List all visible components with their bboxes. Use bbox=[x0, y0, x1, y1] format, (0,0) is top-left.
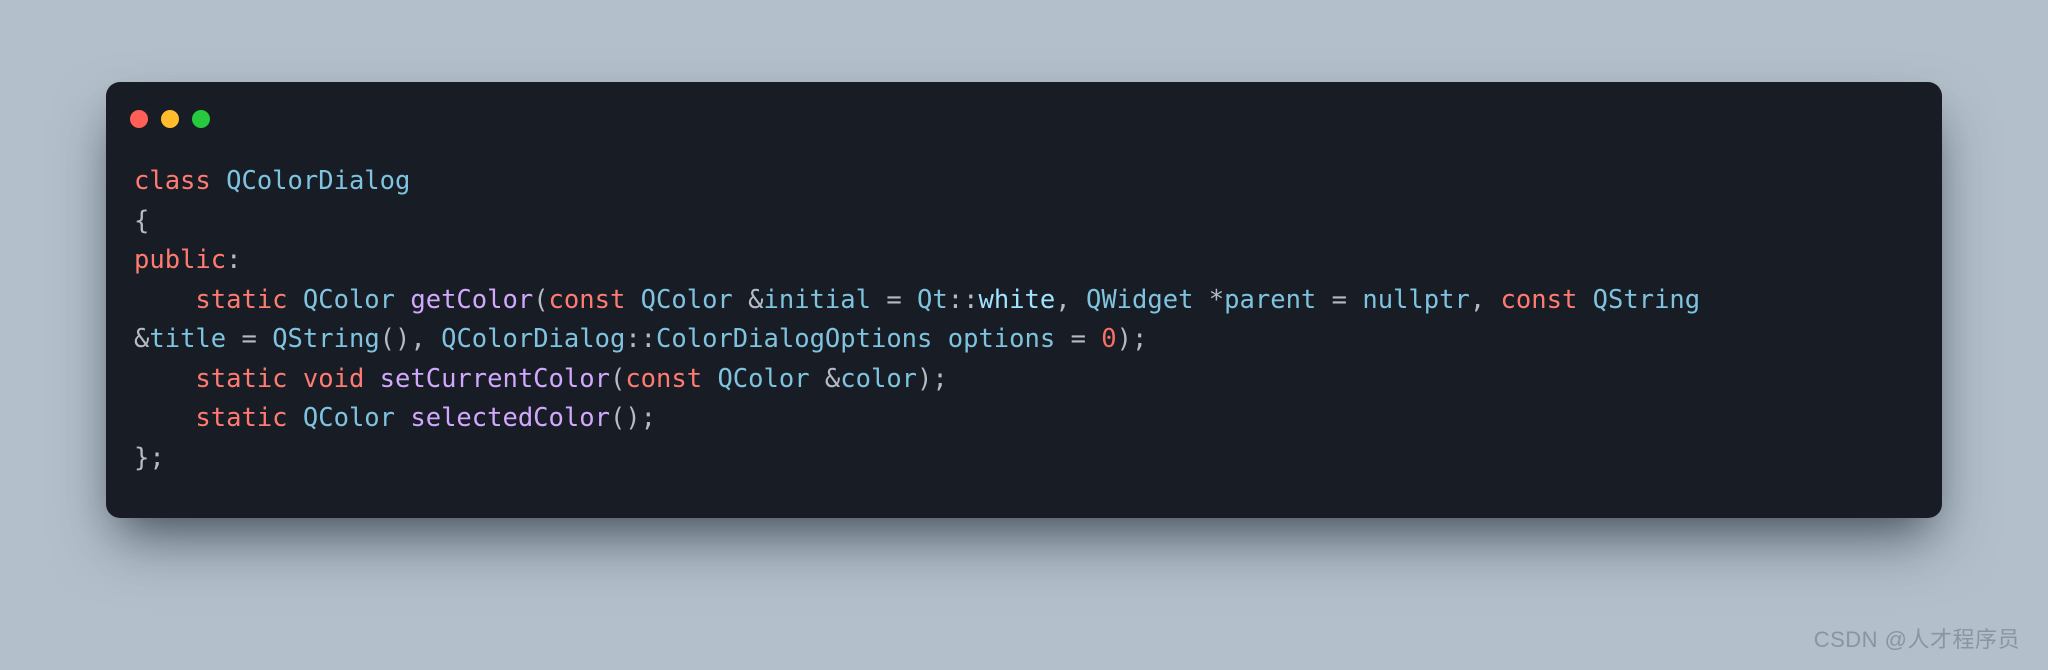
code-token: = bbox=[241, 324, 272, 354]
code-token: }; bbox=[134, 443, 165, 473]
code-token: const bbox=[549, 285, 641, 315]
code-token: ( bbox=[533, 285, 548, 315]
code-token: class bbox=[134, 166, 226, 196]
code-token: ( bbox=[610, 364, 625, 394]
code-token: const bbox=[625, 364, 717, 394]
code-token: = bbox=[1332, 285, 1363, 315]
code-token: & bbox=[825, 364, 840, 394]
code-token: setCurrentColor bbox=[380, 364, 610, 394]
code-block: class QColorDialog { public: static QCol… bbox=[106, 134, 1942, 518]
code-token bbox=[134, 285, 195, 315]
code-token: & bbox=[748, 285, 763, 315]
code-token: = bbox=[1071, 324, 1102, 354]
code-token bbox=[134, 403, 195, 433]
code-token: selectedColor bbox=[410, 403, 610, 433]
watermark-text: CSDN @人才程序员 bbox=[1814, 622, 2020, 654]
code-token: color bbox=[840, 364, 917, 394]
code-token: (); bbox=[610, 403, 656, 433]
zoom-icon[interactable] bbox=[192, 110, 210, 128]
code-token: (), bbox=[380, 324, 441, 354]
code-token bbox=[134, 364, 195, 394]
code-token: ); bbox=[917, 364, 948, 394]
code-token: options bbox=[948, 324, 1071, 354]
code-token: { bbox=[134, 206, 149, 236]
code-token: initial bbox=[764, 285, 887, 315]
code-token: Qt bbox=[917, 285, 948, 315]
code-token: QColorDialog bbox=[441, 324, 625, 354]
code-token: * bbox=[1209, 285, 1224, 315]
code-token: 0 bbox=[1101, 324, 1116, 354]
code-token: & bbox=[134, 324, 149, 354]
code-token: , bbox=[1055, 285, 1086, 315]
code-token: QWidget bbox=[1086, 285, 1209, 315]
code-token: static bbox=[195, 285, 302, 315]
code-token: QColor bbox=[641, 285, 748, 315]
code-token: QColor bbox=[303, 403, 410, 433]
window-titlebar bbox=[106, 82, 1942, 134]
code-token: : bbox=[226, 245, 241, 275]
close-icon[interactable] bbox=[130, 110, 148, 128]
editor-window: class QColorDialog { public: static QCol… bbox=[106, 82, 1942, 518]
code-token: :: bbox=[948, 285, 979, 315]
code-token: title bbox=[149, 324, 241, 354]
code-token: void bbox=[303, 364, 380, 394]
code-token: QColor bbox=[717, 364, 824, 394]
code-token: ); bbox=[1117, 324, 1148, 354]
code-token: ColorDialogOptions bbox=[656, 324, 948, 354]
minimize-icon[interactable] bbox=[161, 110, 179, 128]
code-token: , bbox=[1470, 285, 1501, 315]
code-token: :: bbox=[625, 324, 656, 354]
code-token: const bbox=[1501, 285, 1593, 315]
code-token: public bbox=[134, 245, 226, 275]
code-token: white bbox=[978, 285, 1055, 315]
code-token: = bbox=[886, 285, 917, 315]
code-token: QColorDialog bbox=[226, 166, 410, 196]
code-token: static bbox=[195, 364, 302, 394]
code-token: QString bbox=[1593, 285, 1700, 315]
code-token: QColor bbox=[303, 285, 410, 315]
code-token: nullptr bbox=[1362, 285, 1469, 315]
code-token: QString bbox=[272, 324, 379, 354]
code-token: parent bbox=[1224, 285, 1331, 315]
code-token: getColor bbox=[410, 285, 533, 315]
code-token: static bbox=[195, 403, 302, 433]
